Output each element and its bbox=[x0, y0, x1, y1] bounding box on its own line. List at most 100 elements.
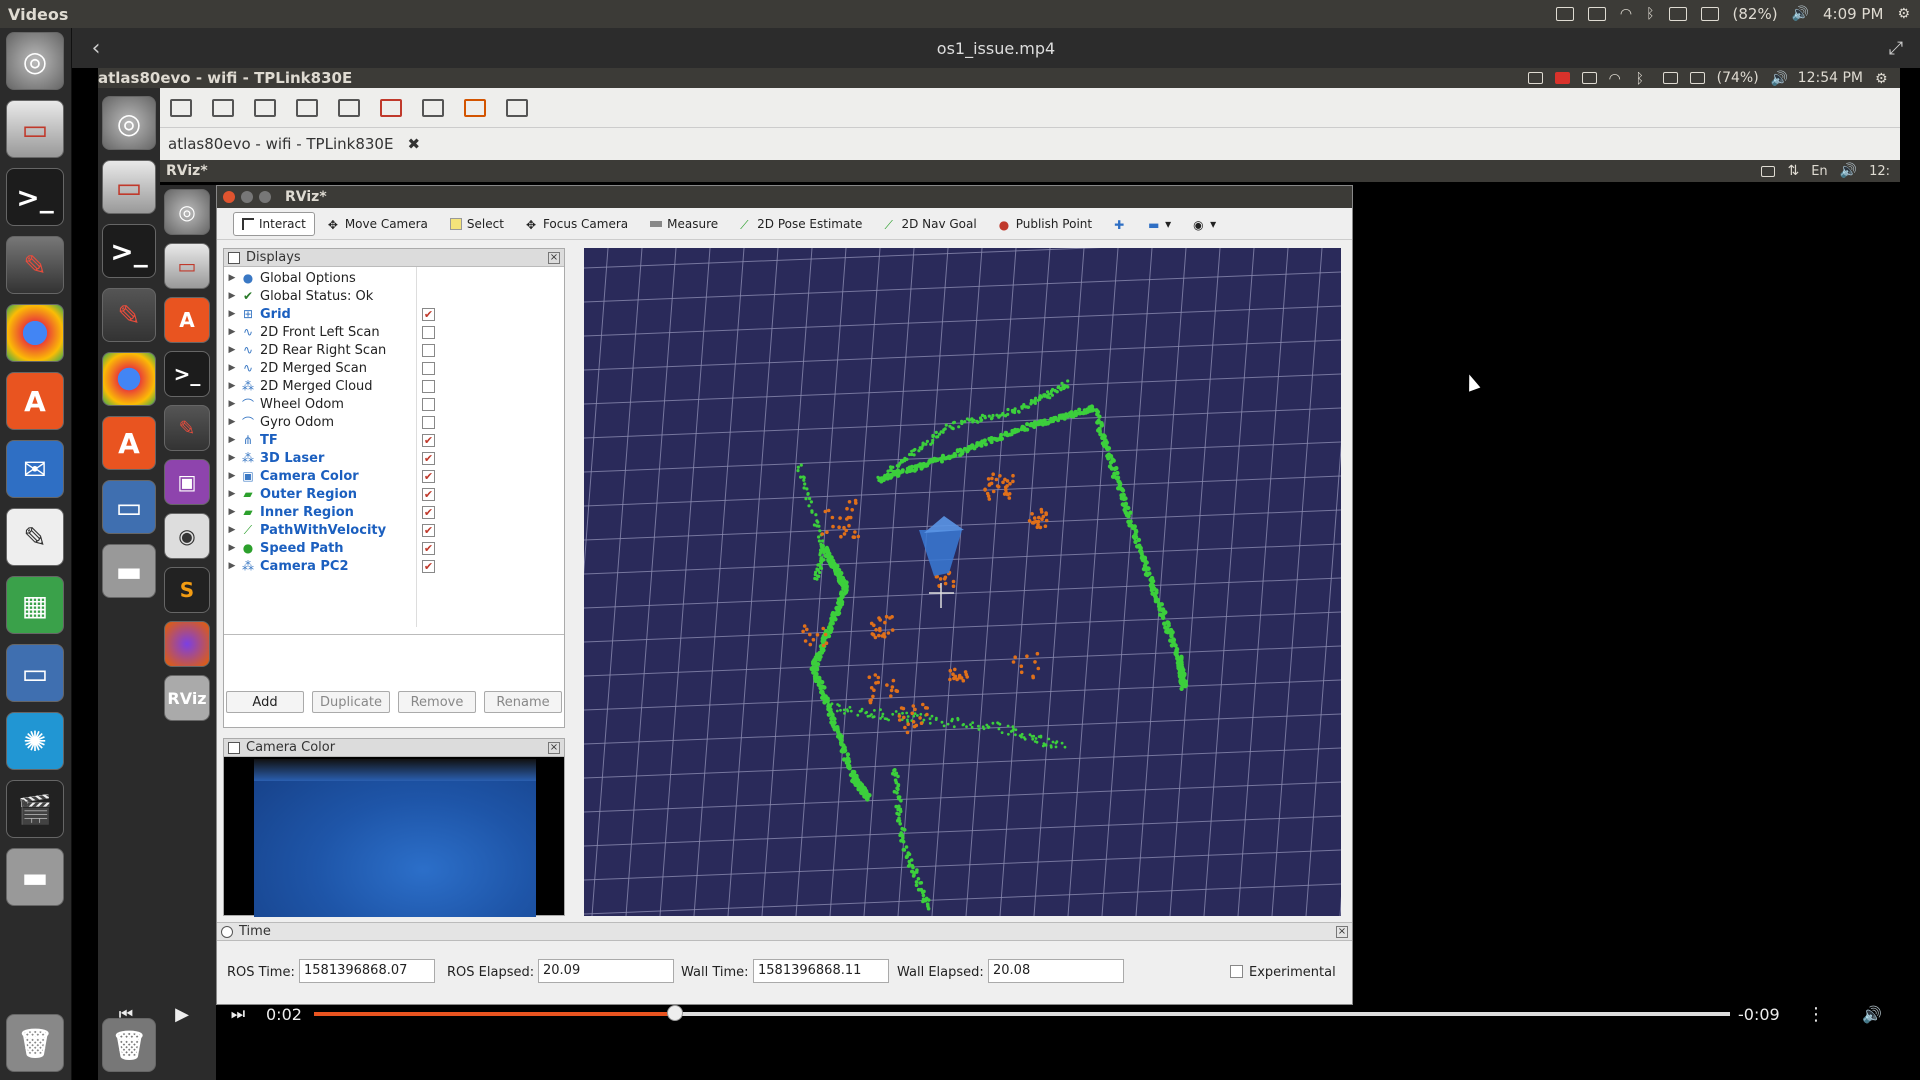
orange-point bbox=[1001, 480, 1005, 485]
display-type-icon: ⁂ bbox=[242, 379, 254, 393]
point bbox=[1105, 446, 1110, 452]
bluetooth-icon[interactable]: ᛒ bbox=[1646, 7, 1654, 21]
display-item-label: Grid bbox=[260, 306, 291, 322]
display-icon[interactable] bbox=[1555, 7, 1574, 21]
wall-elapsed-field: 20.08 bbox=[988, 959, 1124, 983]
point bbox=[896, 774, 900, 779]
orange-point bbox=[871, 694, 875, 699]
orange-point bbox=[874, 628, 878, 632]
point bbox=[1060, 381, 1064, 385]
grid-line bbox=[584, 248, 1102, 269]
cursor-icon bbox=[242, 217, 254, 230]
battery-icon[interactable] bbox=[1700, 7, 1719, 21]
point bbox=[817, 574, 821, 578]
point bbox=[843, 712, 846, 715]
play-icon[interactable]: ▶ bbox=[154, 1004, 210, 1025]
rviz-title-bar: RViz* bbox=[217, 186, 1352, 208]
seek-bar[interactable] bbox=[314, 1005, 1730, 1021]
orange-point bbox=[845, 506, 849, 511]
point bbox=[1000, 413, 1004, 417]
point bbox=[902, 828, 907, 832]
point bbox=[983, 442, 988, 447]
point bbox=[925, 439, 929, 443]
video-editor-icon[interactable]: 🎬 bbox=[6, 780, 64, 838]
files-icon[interactable]: ▭ bbox=[6, 100, 64, 158]
orange-point bbox=[912, 724, 917, 729]
app-title: Videos bbox=[8, 4, 69, 24]
gear-icon[interactable]: ⚙ bbox=[1897, 7, 1910, 21]
point bbox=[921, 893, 926, 898]
terminal-split-icon bbox=[212, 98, 234, 117]
point bbox=[1095, 420, 1100, 425]
mail-icon[interactable] bbox=[1668, 7, 1687, 21]
terminal-copy-icon bbox=[254, 98, 276, 117]
point bbox=[839, 708, 842, 712]
ros-elapsed-label: ROS Elapsed: bbox=[447, 965, 535, 980]
previous-icon[interactable]: ⏮ bbox=[98, 1004, 154, 1024]
point bbox=[906, 715, 910, 718]
point bbox=[822, 685, 827, 690]
fullscreen-icon[interactable]: ⤢ bbox=[1872, 38, 1920, 59]
spreadsheet-icon[interactable]: ▦ bbox=[6, 576, 64, 634]
display-enable-checkbox bbox=[422, 397, 435, 411]
settings-icon[interactable]: ✎ bbox=[6, 236, 64, 294]
display-enable-checkbox: ✔ bbox=[422, 541, 435, 555]
point bbox=[977, 724, 980, 728]
software-center-icon[interactable]: A bbox=[6, 372, 64, 430]
inner-software-center-icon: A bbox=[102, 416, 156, 470]
remote-desktop-icon[interactable]: ▭ bbox=[6, 644, 64, 702]
point bbox=[891, 712, 895, 716]
battery-percent: (82%) bbox=[1732, 5, 1778, 23]
orange-point bbox=[872, 688, 876, 692]
point bbox=[931, 438, 935, 442]
orange-point bbox=[953, 675, 957, 680]
orange-point bbox=[1037, 515, 1041, 520]
volume-icon[interactable]: 🔊 bbox=[1792, 7, 1809, 21]
dash-icon[interactable]: ◎ bbox=[6, 32, 64, 90]
tool-label: Measure bbox=[667, 216, 719, 231]
point bbox=[971, 420, 975, 424]
orange-point bbox=[815, 633, 820, 637]
menu-icon[interactable]: ⋮ bbox=[1788, 1004, 1844, 1025]
clock[interactable]: 4:09 PM bbox=[1823, 5, 1883, 23]
point bbox=[963, 420, 967, 424]
volume-icon[interactable]: 🔊 bbox=[1844, 1005, 1900, 1024]
orange-point bbox=[1019, 670, 1024, 675]
point bbox=[832, 716, 837, 722]
text-editor-icon[interactable]: ✎ bbox=[6, 508, 64, 566]
wifi-icon[interactable]: ◠ bbox=[1620, 7, 1632, 21]
close-icon: × bbox=[1336, 925, 1348, 938]
seek-handle[interactable] bbox=[667, 1005, 684, 1021]
system-monitor-icon[interactable]: ✺ bbox=[6, 712, 64, 770]
keyboard-icon[interactable] bbox=[1587, 7, 1606, 21]
tool-select: Select bbox=[441, 212, 513, 236]
thunderbird-icon[interactable]: ✉ bbox=[6, 440, 64, 498]
inner-system-tray: ◠ ᛒ (74%) 🔊 12:54 PM ⚙ bbox=[1527, 70, 1900, 86]
display-enable-checkbox: ✔ bbox=[422, 523, 435, 537]
expand-arrow-icon: ▶ bbox=[228, 309, 236, 319]
point bbox=[952, 452, 957, 456]
back-button[interactable]: ‹ bbox=[72, 36, 120, 61]
point bbox=[849, 709, 853, 713]
point bbox=[832, 720, 837, 725]
orange-point bbox=[1019, 664, 1024, 668]
point bbox=[848, 705, 852, 709]
drive-icon[interactable]: ▬ bbox=[6, 848, 64, 906]
orange-point bbox=[873, 673, 878, 677]
orange-point bbox=[994, 477, 999, 482]
point bbox=[1046, 395, 1050, 399]
expand-arrow-icon: ▶ bbox=[228, 453, 236, 463]
terminal-icon[interactable]: >_ bbox=[6, 168, 64, 226]
point bbox=[803, 482, 807, 486]
orange-point bbox=[877, 616, 881, 620]
next-icon[interactable]: ⏭ bbox=[210, 1004, 266, 1024]
chrome-icon[interactable] bbox=[6, 304, 64, 362]
trash-icon[interactable]: 🗑 bbox=[6, 1014, 64, 1072]
point bbox=[894, 771, 899, 776]
point bbox=[965, 725, 968, 729]
orange-point bbox=[943, 575, 948, 580]
wall-elapsed-label: Wall Elapsed: bbox=[897, 965, 984, 980]
display-item-label: 2D Rear Right Scan bbox=[260, 342, 387, 358]
display-item-label: Global Status: Ok bbox=[260, 288, 374, 304]
point bbox=[1050, 393, 1054, 397]
